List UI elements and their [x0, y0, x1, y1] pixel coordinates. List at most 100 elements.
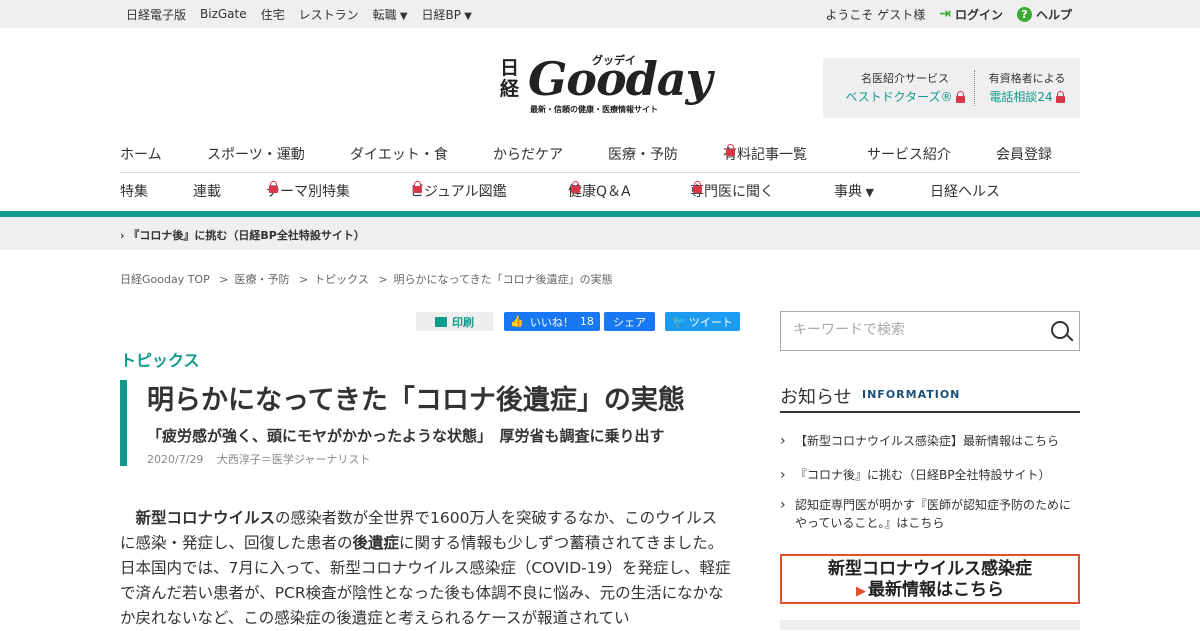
news-item[interactable]: 『コロナ後』に挑む（日経BP全社特設サイト） — [780, 466, 1080, 484]
news-item-text: 認知症専門医が明かす『医師が認知症予防のためにやっていること。』はこちら — [795, 498, 1072, 530]
login-icon: ⇥ — [939, 6, 951, 22]
search-box — [780, 311, 1080, 351]
nav-ask-specialist-label: 専門医に聞く — [690, 184, 774, 200]
news-title: お知らせ — [780, 387, 852, 408]
banner-line2-text: 最新情報はこちら — [868, 580, 1004, 600]
banner-line2: 最新情報はこちら — [782, 580, 1078, 602]
tweet-button[interactable]: 🐦 ツイート — [665, 312, 740, 331]
article-date: 2020/7/29 — [147, 453, 204, 466]
service-phone: 有資格者による 電話相談24 — [983, 70, 1071, 107]
nav-divider — [120, 172, 1080, 173]
service-box: 名医紹介サービス ベストドクターズ® 有資格者による 電話相談24 — [823, 58, 1080, 118]
help-label: ヘルプ — [1035, 7, 1072, 22]
lock-icon — [571, 181, 580, 193]
best-doctors-link[interactable]: ベストドクターズ® — [845, 90, 965, 104]
best-doctors-link-text: ベストドクターズ® — [845, 90, 953, 104]
nav-theme-features-label: テーマ別特集 — [266, 184, 350, 200]
breadcrumb: 日経Gooday TOP > 医療・予防 > トピックス > 明らかになってきた「コロ… — [120, 271, 619, 287]
article-title: 明らかになってきた「コロナ後遺症」の実態 — [147, 385, 685, 416]
nav-features[interactable]: 特集 — [120, 181, 148, 201]
service-best-doctors-label: 名医紹介サービス — [861, 72, 949, 85]
article-meta: 2020/7/29 大西淳子＝医学ジャーナリスト — [147, 451, 380, 467]
article-author: 大西淳子＝医学ジャーナリスト — [216, 453, 371, 466]
lock-icon — [1055, 91, 1065, 103]
nav-sports[interactable]: スポーツ・運動 — [207, 144, 305, 164]
top-link-nikkei-denshiban[interactable]: 日経電子版 — [126, 6, 186, 23]
search-input[interactable] — [791, 321, 1035, 339]
breadcrumb-sep: > — [378, 273, 388, 286]
lock-icon — [726, 144, 735, 156]
print-label: 印刷 — [452, 315, 474, 329]
facebook-share-button[interactable]: シェア — [604, 312, 655, 331]
printer-icon — [435, 316, 447, 327]
logo-tagline: 最新・信頼の健康・医療情報サイト — [530, 105, 658, 114]
twitter-bird-icon: 🐦 — [672, 315, 686, 328]
news-item[interactable]: 認知症専門医が明かす『医師が認知症予防のためにやっていること。』はこちら — [780, 496, 1080, 532]
tweet-label: ツイート — [688, 315, 733, 329]
body-bold-aftereffects: 後遺症 — [352, 534, 400, 552]
print-button[interactable]: 印刷 — [416, 312, 493, 331]
nav-visual-guide-label: ビジュアル図鑑 — [410, 184, 507, 200]
breadcrumb-sep: > — [219, 273, 229, 286]
thumbs-up-icon: 👍 — [510, 315, 524, 328]
breadcrumb-top[interactable]: 日経Gooday TOP — [120, 273, 210, 286]
article-body: 新型コロナウイルスの感染者数が全世界で1600万人を突破するなか、このウイルスに… — [120, 506, 732, 631]
top-link-bizgate[interactable]: BizGate — [200, 7, 247, 21]
article-category: トピックス — [120, 351, 200, 370]
breadcrumb-current: 明らかになってきた「コロナ後遺症」の実態 — [393, 273, 613, 286]
special-site-link-text: 『コロナ後』に挑む（日経BP全社特設サイト） — [128, 229, 365, 242]
service-divider — [974, 70, 975, 106]
main-nav-row1: ホーム スポーツ・運動 ダイエット・食 からだケア 医療・予防 有料記事一覧 サ… — [120, 144, 1052, 164]
lock-icon — [413, 181, 422, 193]
body-bold-covid: 新型コロナウイルス — [135, 509, 276, 527]
help-icon: ? — [1016, 6, 1032, 22]
lock-icon — [955, 91, 965, 103]
facebook-like-button[interactable]: 👍 いいね！ 18 — [504, 312, 600, 331]
top-nav: 日経電子版 BizGate 住宅 レストラン 転職 日経BP — [126, 0, 472, 28]
news-item[interactable]: 【新型コロナウイルス感染症】最新情報はこちら — [780, 432, 1080, 450]
breadcrumb-medical[interactable]: 医療・予防 — [234, 273, 289, 286]
service-phone-label: 有資格者による — [988, 72, 1066, 85]
news-title-en: INFORMATION — [862, 388, 961, 401]
top-link-nikkeibp-dropdown[interactable]: 日経BP — [422, 6, 472, 23]
special-site-bar: › 『コロナ後』に挑む（日経BP全社特設サイト） — [0, 217, 1200, 250]
breadcrumb-sep: > — [298, 273, 309, 286]
service-best-doctors: 名医紹介サービス ベストドクターズ® — [837, 70, 973, 107]
special-site-link[interactable]: › 『コロナ後』に挑む（日経BP全社特設サイト） — [120, 227, 365, 243]
phone-consult-link[interactable]: 電話相談24 — [989, 90, 1065, 104]
news-item-text: 【新型コロナウイルス感染症】最新情報はこちら — [795, 434, 1060, 448]
lock-icon — [269, 181, 278, 193]
logo-kana: グッデイ — [592, 54, 636, 67]
banner-line1: 新型コロナウイルス感染症 — [828, 559, 1032, 579]
nav-services[interactable]: サービス紹介 — [867, 144, 951, 164]
help-link[interactable]: ? ヘルプ — [1016, 6, 1072, 23]
nav-encyclopedia-dropdown[interactable]: 事典 — [834, 181, 874, 201]
top-link-restaurant[interactable]: レストラン — [299, 6, 359, 23]
news-item-text: 『コロナ後』に挑む（日経BP全社特設サイト） — [795, 468, 1051, 482]
nav-home[interactable]: ホーム — [120, 147, 162, 163]
account-area: ようこそ ゲスト様 ⇥ ログイン ? ヘルプ — [825, 0, 1072, 28]
nav-medical[interactable]: 医療・予防 — [608, 144, 678, 164]
like-count: 18 — [579, 315, 594, 328]
top-bar: 日経電子版 BizGate 住宅 レストラン 転職 日経BP ようこそ ゲスト様… — [0, 0, 1200, 28]
nav-home-label: ホーム — [120, 147, 162, 163]
nav-paid-articles-label: 有料記事一覧 — [723, 147, 807, 163]
nav-series[interactable]: 連載 — [193, 181, 221, 201]
breadcrumb-topics[interactable]: トピックス — [314, 273, 369, 286]
login-link[interactable]: ⇥ ログイン — [939, 6, 1003, 23]
site-logo[interactable]: 日経 Gooday グッデイ 最新・信頼の健康・医療情報サイト — [500, 52, 712, 116]
top-link-jutaku[interactable]: 住宅 — [261, 6, 285, 23]
like-label: いいね！ — [529, 315, 574, 329]
nav-nikkei-health[interactable]: 日経ヘルス — [930, 181, 1000, 201]
search-icon[interactable] — [1051, 321, 1069, 339]
title-accent-bar — [120, 380, 127, 466]
nav-diet[interactable]: ダイエット・食 — [350, 144, 448, 164]
nav-register[interactable]: 会員登録 — [996, 144, 1052, 164]
lock-icon — [693, 181, 702, 193]
covid-info-banner[interactable]: 新型コロナウイルス感染症 最新情報はこちら — [780, 554, 1080, 604]
top-link-tenshoku-dropdown[interactable]: 転職 — [373, 6, 408, 23]
share-label: シェア — [613, 315, 646, 329]
article-subtitle: 「疲労感が強く、頭にモヤがかかったような状態」 厚労省も調査に乗り出す — [147, 427, 665, 445]
nav-body-care[interactable]: からだケア — [493, 144, 563, 164]
sidebar-next-box — [780, 620, 1080, 630]
